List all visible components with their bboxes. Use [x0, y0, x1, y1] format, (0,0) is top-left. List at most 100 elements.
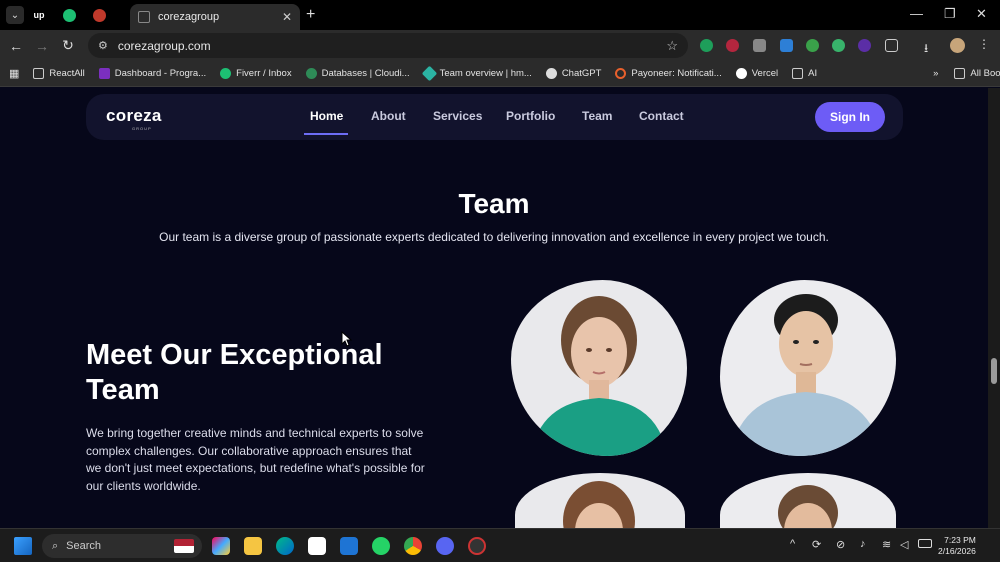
show-hidden-icons-chevron[interactable]: ^	[790, 538, 795, 550]
nav-contact[interactable]: Contact	[639, 109, 684, 123]
meet-description: We bring together creative minds and tec…	[86, 426, 425, 493]
outlook-icon[interactable]	[340, 537, 358, 555]
team-overview-icon	[421, 65, 437, 82]
nav-portfolio[interactable]: Portfolio	[506, 109, 555, 123]
vercel-icon	[735, 68, 747, 79]
address-bar[interactable]: ⚙ corezagroup.com ☆	[88, 33, 688, 58]
bookmark-label: Dashboard - Progra...	[114, 68, 207, 79]
close-window-button[interactable]: ✕	[976, 6, 987, 22]
site-info-icon[interactable]: ⚙	[98, 39, 108, 52]
bug-tool-icon[interactable]	[468, 537, 486, 555]
nav-about[interactable]: About	[371, 109, 406, 123]
bookmark-dashboard[interactable]: Dashboard - Progra...	[98, 68, 207, 79]
url-text[interactable]: corezagroup.com	[118, 39, 211, 53]
edge-icon[interactable]	[276, 537, 294, 555]
taskbar-search[interactable]: ⌕ Search	[42, 534, 202, 558]
volume-icon[interactable]: ◁	[900, 538, 908, 551]
bookmark-label: Vercel	[751, 68, 779, 79]
sync-icon[interactable]: ⟳	[812, 538, 821, 551]
woman-portrait-icon	[563, 481, 635, 528]
extension-red-icon[interactable]	[726, 39, 739, 52]
logo-text: coreza	[106, 106, 162, 125]
nav-services[interactable]: Services	[433, 109, 482, 123]
battery-icon[interactable]	[918, 539, 932, 548]
pinned-tab-bug[interactable]	[84, 0, 114, 30]
man-portrait-icon	[778, 485, 838, 528]
notifications-off-icon[interactable]: ⊘	[836, 538, 845, 551]
restore-button[interactable]: ❐	[944, 6, 956, 22]
extension-blue-icon[interactable]	[780, 39, 793, 52]
windows-taskbar: ⌕ Search ^ ⟳ ⊘ ♪ ≋ ◁ 7:23 PM 2/16/2026	[0, 528, 1000, 562]
bookmark-payoneer[interactable]: Payoneer: Notificati...	[615, 68, 722, 79]
grammarly-icon[interactable]	[700, 39, 713, 52]
store-icon[interactable]	[308, 537, 326, 555]
reload-button[interactable]: ↻	[55, 37, 81, 54]
minimize-button[interactable]: —	[910, 6, 923, 21]
active-tab[interactable]: corezagroup ✕	[130, 4, 300, 30]
page-scrollbar[interactable]	[988, 88, 1000, 528]
new-tab-button[interactable]: +	[306, 6, 315, 24]
apps-grid-icon[interactable]: ▦	[9, 67, 19, 80]
woman-portrait-icon	[531, 296, 667, 456]
logo-subtext: GROUP	[132, 126, 152, 131]
sign-in-button[interactable]: Sign In	[815, 102, 885, 132]
more-bookmarks-button[interactable]: »	[933, 68, 938, 79]
wifi-icon[interactable]: ≋	[882, 538, 891, 551]
back-button[interactable]: ←	[3, 38, 29, 54]
folder-icon	[33, 68, 45, 79]
dashboard-favicon-icon	[98, 68, 110, 79]
extension-green-icon[interactable]	[806, 39, 819, 52]
bookmark-label: AI	[808, 68, 818, 79]
nav-home[interactable]: Home	[310, 109, 343, 123]
camera-icon[interactable]	[753, 39, 766, 52]
man-portrait-icon	[730, 294, 882, 456]
team-member-photo-2	[720, 280, 896, 456]
meet-heading-line2: Team	[86, 374, 160, 406]
bookmark-label: Payoneer: Notificati...	[631, 68, 722, 79]
bookmark-label: Databases | Cloudi...	[321, 68, 410, 79]
pinned-tab-fiverr[interactable]	[54, 0, 84, 30]
bookmark-label: ReactAll	[49, 68, 85, 79]
folder-icon	[954, 68, 966, 79]
download-icon[interactable]: ⭳	[924, 39, 938, 55]
coreza-logo[interactable]: coreza GROUP	[106, 106, 162, 131]
bookmark-fiverr[interactable]: Fiverr / Inbox	[220, 68, 292, 79]
bookmark-ai[interactable]: AI	[792, 68, 817, 79]
web-page: coreza GROUP Home About Services Portfol…	[0, 88, 988, 528]
browser-menu-icon[interactable]: ⋮	[978, 37, 991, 51]
payoneer-icon	[615, 68, 627, 79]
bookmark-team-overview[interactable]: Team overview | hm...	[421, 65, 532, 82]
all-bookmarks-button[interactable]: All Bookmarks	[954, 68, 1000, 79]
pinned-tab-label: up	[33, 10, 45, 20]
bookmark-databases[interactable]: Databases | Cloudi...	[305, 68, 410, 79]
nav-team[interactable]: Team	[582, 109, 612, 123]
extension-purple-icon[interactable]	[858, 39, 871, 52]
tab-favicon-icon	[138, 11, 150, 23]
section-subtitle: Our team is a diverse group of passionat…	[159, 230, 829, 244]
search-placeholder: Search	[66, 540, 102, 552]
forward-button[interactable]: →	[29, 38, 55, 54]
bookmark-reactall[interactable]: ReactAll	[33, 68, 85, 79]
copilot-icon[interactable]	[212, 537, 230, 555]
extensions-puzzle-icon[interactable]	[885, 39, 898, 52]
system-clock[interactable]: 7:23 PM 2/16/2026	[938, 535, 976, 557]
bookmark-star-icon[interactable]: ☆	[666, 38, 678, 54]
fiverr-icon	[220, 68, 232, 79]
bookmark-chatgpt[interactable]: ChatGPT	[545, 68, 601, 79]
discord-icon[interactable]	[436, 537, 454, 555]
whatsapp-ext-icon[interactable]	[832, 39, 845, 52]
file-explorer-icon[interactable]	[244, 537, 262, 555]
close-tab-icon[interactable]: ✕	[282, 10, 292, 24]
chrome-icon[interactable]	[404, 537, 422, 555]
windows-start-icon[interactable]	[14, 537, 32, 555]
profile-avatar[interactable]	[950, 38, 965, 53]
whatsapp-icon[interactable]	[372, 537, 390, 555]
all-bookmarks-label: All Bookmarks	[970, 68, 1000, 79]
scrollbar-thumb[interactable]	[991, 358, 997, 384]
tab-search-button[interactable]: ⌄	[6, 6, 24, 24]
microphone-icon[interactable]: ♪	[860, 538, 866, 550]
active-tab-title: corezagroup	[158, 11, 220, 23]
mouse-cursor	[341, 331, 353, 347]
bookmark-vercel[interactable]: Vercel	[735, 68, 779, 79]
pinned-tab-up[interactable]: up	[24, 0, 54, 30]
